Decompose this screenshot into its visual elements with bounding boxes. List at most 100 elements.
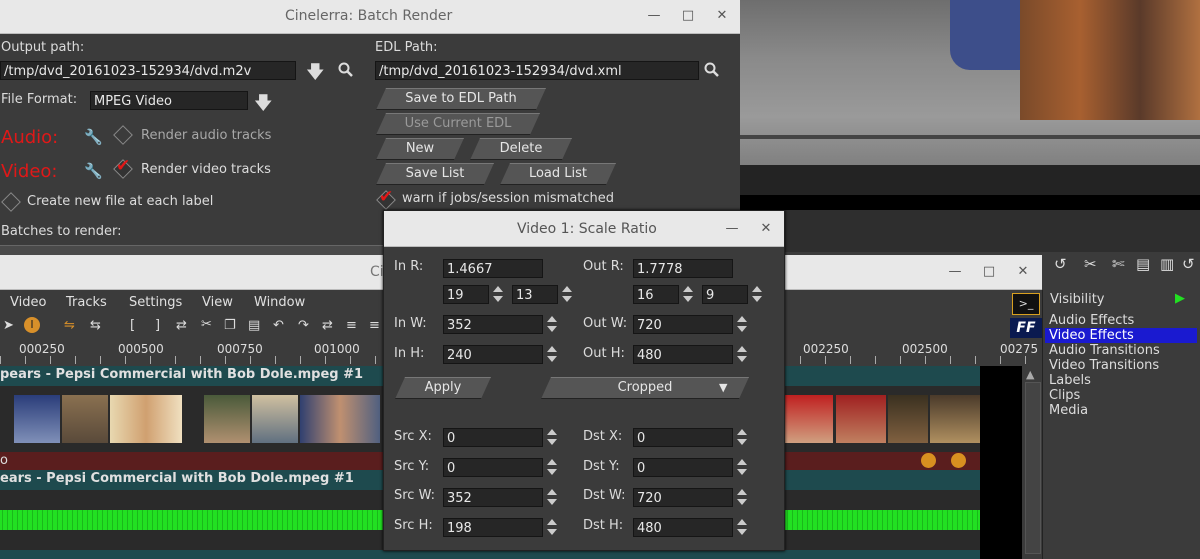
in-num-field[interactable]: 19 (443, 285, 489, 304)
format-dropdown-icon[interactable]: 🡇 (254, 91, 273, 121)
tool-icon-1[interactable]: ↺ (1054, 255, 1067, 273)
new-button[interactable]: New (376, 138, 464, 160)
src-y-spinner[interactable] (546, 457, 558, 477)
resource-item-audio-transitions[interactable]: Audio Transitions (1049, 343, 1160, 358)
paste-icon[interactable]: ▤ (248, 318, 260, 333)
out-den-spinner[interactable] (751, 284, 763, 304)
main-minimize-icon[interactable]: — (947, 264, 963, 280)
output-path-field[interactable]: /tmp/dvd_20161023-152934/dvd.m2v (0, 61, 296, 80)
vertical-scrollbar[interactable]: ▲ (1022, 366, 1042, 559)
toggle-icon[interactable]: ⇆ (90, 318, 101, 333)
dialog-minimize-icon[interactable]: — (724, 221, 740, 237)
in-den-field[interactable]: 13 (512, 285, 558, 304)
out-r-field[interactable]: 1.7778 (633, 259, 733, 278)
copy-icon[interactable]: ❐ (224, 318, 236, 333)
out-num-field[interactable]: 16 (633, 285, 679, 304)
play-icon[interactable]: ▶ (1175, 291, 1185, 306)
audio-wrench-icon[interactable]: 🔧 (84, 128, 103, 146)
in-r-field[interactable]: 1.4667 (443, 259, 543, 278)
dialog-close-icon[interactable]: ✕ (758, 221, 774, 237)
maximize-icon[interactable]: □ (680, 8, 696, 24)
cut-icon[interactable]: ✂ (201, 317, 212, 332)
undo-icon[interactable]: ↶ (273, 318, 284, 333)
resource-item-media[interactable]: Media (1049, 403, 1088, 418)
menu-window[interactable]: Window (254, 295, 305, 310)
batch-render-titlebar[interactable]: Cinelerra: Batch Render — □ ✕ (0, 0, 740, 34)
redo-icon[interactable]: ↷ (298, 318, 309, 333)
scroll-thumb[interactable] (1025, 382, 1041, 554)
in-num-spinner[interactable] (492, 284, 504, 304)
out-num-spinner[interactable] (682, 284, 694, 304)
tool-icon-5[interactable]: ▥ (1160, 255, 1174, 273)
search-icon[interactable] (338, 62, 354, 82)
in-w-spinner[interactable] (546, 314, 558, 334)
resource-item-clips[interactable]: Clips (1049, 388, 1080, 403)
out-h-field[interactable]: 480 (633, 345, 733, 364)
label-in-icon[interactable]: [ (130, 318, 135, 333)
visibility-label[interactable]: Visibility (1050, 292, 1104, 307)
dst-x-field[interactable]: 0 (633, 428, 733, 447)
menu-settings[interactable]: Settings (129, 295, 182, 310)
scroll-up-icon[interactable]: ▲ (1026, 368, 1034, 381)
apply-button[interactable]: Apply (395, 377, 491, 399)
splice-icon[interactable]: ⇄ (176, 318, 187, 333)
save-to-edl-button[interactable]: Save to EDL Path (376, 88, 546, 110)
scale-ratio-titlebar[interactable]: Video 1: Scale Ratio — ✕ (384, 211, 784, 247)
align-icon[interactable]: ≡ (346, 318, 357, 333)
dst-y-field[interactable]: 0 (633, 458, 733, 477)
src-h-spinner[interactable] (546, 517, 558, 537)
src-y-field[interactable]: 0 (443, 458, 543, 477)
src-w-field[interactable]: 352 (443, 488, 543, 507)
label-out-icon[interactable]: ] (155, 318, 160, 333)
use-current-edl-button[interactable]: Use Current EDL (376, 113, 540, 135)
in-den-spinner[interactable] (561, 284, 573, 304)
in-h-field[interactable]: 240 (443, 345, 543, 364)
loop-icon[interactable]: ⇋ (64, 318, 75, 333)
resource-item-labels[interactable]: Labels (1049, 373, 1091, 388)
tool-icon-3[interactable]: ✄ (1112, 255, 1125, 273)
in-h-spinner[interactable] (546, 344, 558, 364)
tool-icon-2[interactable]: ✂ (1084, 255, 1097, 273)
tool-icon-4[interactable]: ▤ (1136, 255, 1150, 273)
main-maximize-icon[interactable]: □ (981, 264, 997, 280)
out-w-spinner[interactable] (736, 314, 748, 334)
out-h-spinner[interactable] (736, 344, 748, 364)
terminal-icon[interactable]: >_ (1012, 293, 1040, 315)
src-h-field[interactable]: 198 (443, 518, 543, 537)
tool-icon-6[interactable]: ↺ (1182, 255, 1195, 273)
close-icon[interactable]: ✕ (714, 8, 730, 24)
src-w-spinner[interactable] (546, 487, 558, 507)
dst-y-spinner[interactable] (736, 457, 748, 477)
mode-dropdown[interactable]: Cropped ▼ (541, 377, 749, 399)
file-format-field[interactable]: MPEG Video (90, 91, 248, 110)
video-wrench-icon[interactable]: 🔧 (84, 162, 103, 180)
out-w-field[interactable]: 720 (633, 315, 733, 334)
menu-video[interactable]: Video (10, 295, 46, 310)
menu-view[interactable]: View (202, 295, 233, 310)
in-w-field[interactable]: 352 (443, 315, 543, 334)
ibeam-tool-icon[interactable]: I (24, 317, 40, 333)
dst-w-field[interactable]: 720 (633, 488, 733, 507)
zoom-icon[interactable] (921, 453, 936, 468)
resource-item-video-transitions[interactable]: Video Transitions (1049, 358, 1159, 373)
main-close-icon[interactable]: ✕ (1015, 264, 1031, 280)
dst-x-spinner[interactable] (736, 427, 748, 447)
dst-h-field[interactable]: 480 (633, 518, 733, 537)
fit-icon[interactable]: ⇄ (322, 318, 333, 333)
more-icon[interactable]: ≡ (369, 318, 380, 333)
arrow-tool-icon[interactable]: ➤ (3, 318, 14, 333)
resource-item-audio-effects[interactable]: Audio Effects (1049, 313, 1134, 328)
delete-button[interactable]: Delete (470, 138, 572, 160)
dst-h-spinner[interactable] (736, 517, 748, 537)
save-list-button[interactable]: Save List (376, 163, 494, 185)
load-list-button[interactable]: Load List (500, 163, 616, 185)
info-icon[interactable] (951, 453, 966, 468)
src-x-field[interactable]: 0 (443, 428, 543, 447)
src-x-spinner[interactable] (546, 427, 558, 447)
dst-w-spinner[interactable] (736, 487, 748, 507)
menu-tracks[interactable]: Tracks (66, 295, 107, 310)
edl-path-field[interactable]: /tmp/dvd_20161023-152934/dvd.xml (375, 61, 699, 80)
resource-item-video-effects[interactable]: Video Effects (1045, 328, 1197, 343)
create-new-file-checkbox[interactable] (1, 192, 21, 212)
download-arrow-icon[interactable]: 🡇 (306, 60, 325, 90)
